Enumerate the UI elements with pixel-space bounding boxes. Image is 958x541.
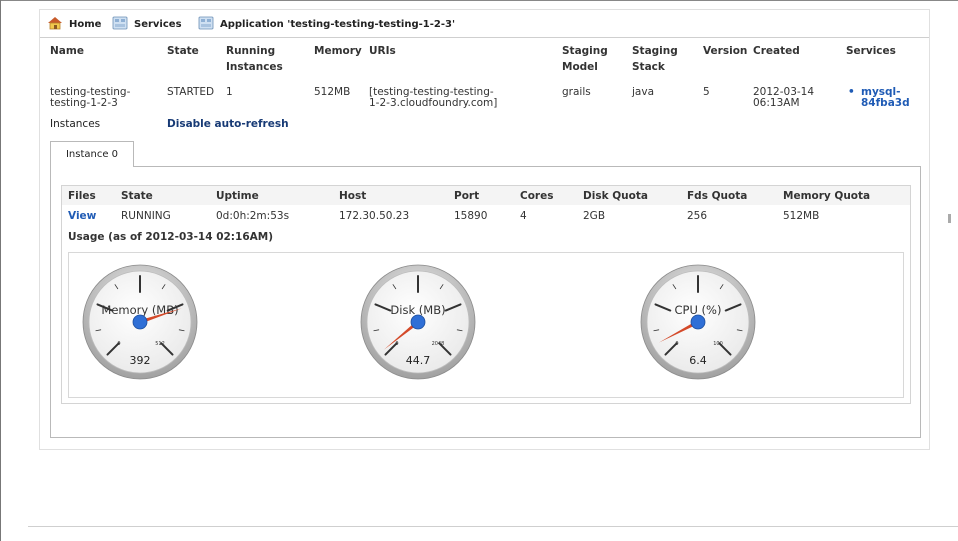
col-staging-model-header-line1: Staging [562,45,608,57]
disk-gauge-hub [410,314,426,330]
tab-instance-0[interactable]: Instance 0 [50,141,134,167]
memory-gauge: Memory (MB)0 512392 [82,264,198,380]
window-top-edge [0,0,958,1]
breadcrumb-services-label: Services [134,18,182,30]
inst-files-header: Files [68,190,96,202]
inst-host: 172.30.50.23 [339,210,410,222]
cpu-gauge-hub [690,314,706,330]
inst-uptime: 0d:0h:2m:53s [216,210,290,222]
inst-disk-quota-header: Disk Quota [583,190,648,202]
window-left-edge [0,0,1,541]
footer-divider [28,526,958,527]
app-staging-stack: java [632,86,654,98]
inst-port: 15890 [454,210,488,222]
app-memory: 512MB [314,86,351,98]
col-state-header: State [167,45,199,57]
app-version: 5 [703,86,710,98]
col-memory-header: Memory [314,45,362,57]
col-staging-model-header-line2: Model [562,61,598,73]
service-link-line2[interactable]: 84fba3d [861,96,910,111]
app-uri-line2: 1-2-3.cloudfoundry.com] [369,97,498,109]
inst-uptime-header: Uptime [216,190,259,202]
inst-memory-quota: 512MB [783,210,820,222]
disable-auto-refresh-link[interactable]: Disable auto-refresh [167,118,289,130]
disk-gauge: Disk (MB)0 204844.7 [360,264,476,380]
col-staging-stack-header-line2: Stack [632,61,665,73]
app-name-line2: testing-1-2-3 [50,97,118,109]
memory-gauge-value: 392 [130,354,151,367]
col-staging-stack-header-line1: Staging [632,45,678,57]
disk-gauge-min-label: 0 [395,341,398,347]
cpu-gauge-min-label: 0 [675,341,678,347]
application-icon [198,15,214,34]
services-icon [112,15,128,34]
breadcrumb: Home Services Application 'testing-testi… [40,10,929,38]
memory-gauge-min-label: 0 [117,341,120,347]
view-files-link[interactable]: View [68,209,96,223]
breadcrumb-services[interactable]: Services [112,10,182,38]
inst-fds-quota: 256 [687,210,708,222]
inst-state-header: State [121,190,153,202]
col-running-header-line1: Running [226,45,276,57]
home-icon [47,16,63,33]
app-created-time: 06:13AM [753,97,800,109]
memory-gauge-max-label: 512 [155,341,165,347]
inst-fds-quota-header: Fds Quota [687,190,748,202]
cpu-gauge: CPU (%)0 1006.4 [640,264,756,380]
usage-heading: Usage (as of 2012-03-14 02:16AM) [68,231,273,243]
app-state: STARTED [167,86,215,98]
breadcrumb-application-label: Application 'testing-testing-testing-1-2… [220,18,456,30]
col-version-header: Version [703,45,748,57]
col-uris-header: URIs [369,45,396,57]
inst-port-header: Port [454,190,480,202]
disk-gauge-max-label: 2048 [432,341,445,347]
inst-disk-quota: 2GB [583,210,606,222]
breadcrumb-application[interactable]: Application 'testing-testing-testing-1-2… [198,10,455,38]
scroll-marker [948,214,951,223]
app-running-instances: 1 [226,86,233,98]
col-running-header-line2: Instances [226,61,283,73]
instances-heading: Instances [50,118,101,130]
col-name-header: Name [50,45,84,57]
inst-cores-header: Cores [520,190,554,202]
disk-gauge-value: 44.7 [406,354,431,367]
col-created-header: Created [753,45,800,57]
service-bullet: • [848,86,855,98]
cpu-gauge-value: 6.4 [689,354,707,367]
col-services-header: Services [846,45,896,57]
app-staging-model: grails [562,86,591,98]
breadcrumb-home[interactable]: Home [47,10,101,38]
inst-state: RUNNING [121,210,171,222]
memory-gauge-hub [132,314,148,330]
breadcrumb-home-label: Home [69,18,102,30]
inst-memory-quota-header: Memory Quota [783,190,871,202]
inst-cores: 4 [520,210,527,222]
inst-host-header: Host [339,190,367,202]
cpu-gauge-max-label: 100 [713,341,723,347]
